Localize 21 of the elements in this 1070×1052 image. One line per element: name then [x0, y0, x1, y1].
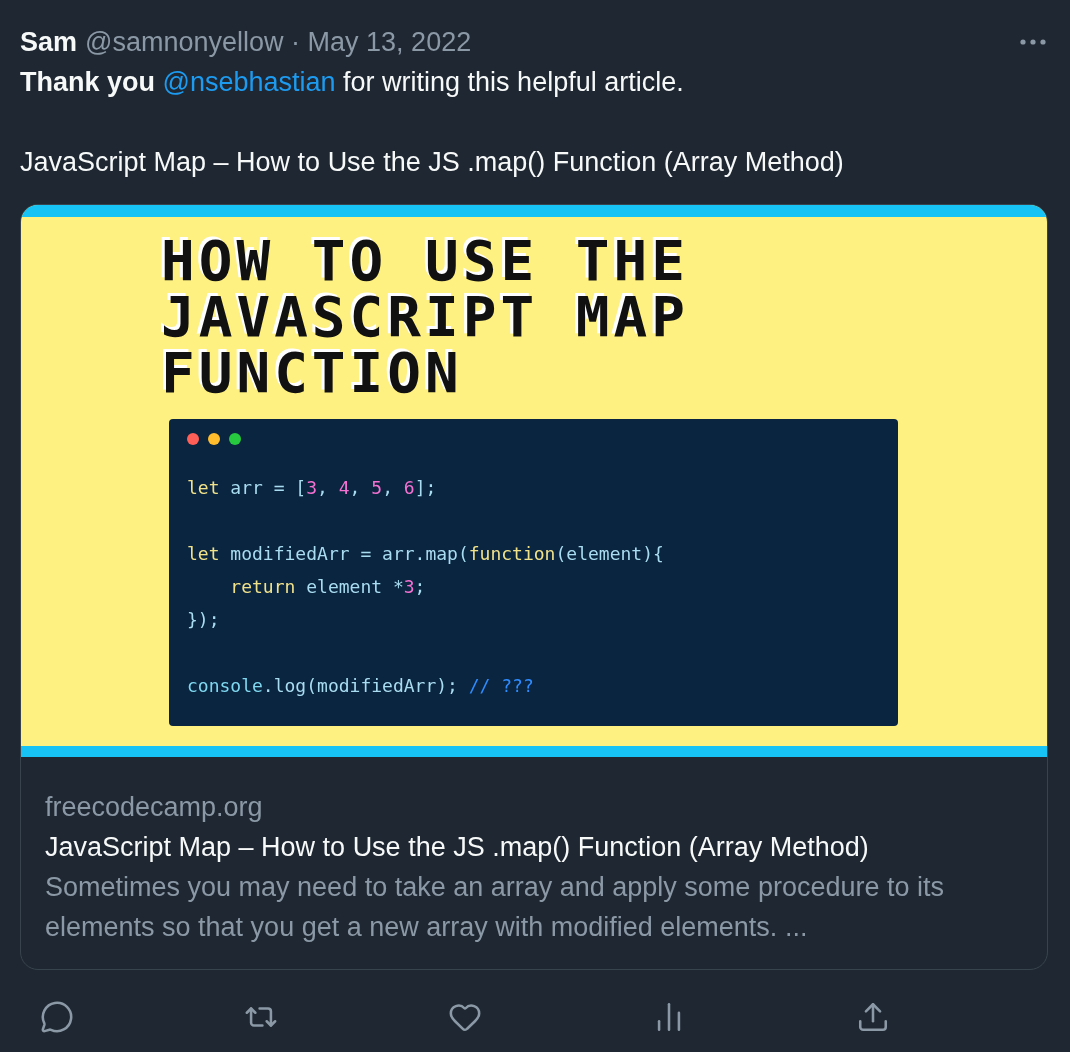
- more-button[interactable]: [1020, 39, 1046, 45]
- card-description: Sometimes you may need to take an array and apply some procedure to its elements so that you get a new array with modified elements. ...: [45, 871, 945, 944]
- code-line: let arr = [3, 4, 5, 6];: [187, 476, 438, 500]
- reply-button[interactable]: [40, 1000, 74, 1034]
- card-title: JavaScript Map – How to Use the JS .map() Function (Array Method): [45, 831, 870, 864]
- code-line: return element *3;: [229, 575, 427, 599]
- tweet-text: Thank you @nsebhastian for writing this helpful article.: [20, 66, 685, 99]
- code-line: console.log(modifiedArr); // ???: [187, 674, 535, 698]
- code-line: });: [187, 608, 221, 632]
- mention-link[interactable]: @nsebhastian: [162, 67, 336, 97]
- headline-text: FUNCTION: [161, 345, 464, 401]
- code-line: let modifiedArr = arr.map(function(element){: [187, 542, 665, 566]
- tweet-text: JavaScript Map – How to Use the JS .map() Function (Array Method): [20, 146, 845, 179]
- share-button[interactable]: [856, 1000, 890, 1034]
- author-name[interactable]: Sam: [20, 26, 78, 58]
- author-meta: @samnonyellow · May 13, 2022: [85, 26, 472, 58]
- headline-text: HOW TO USE THE: [161, 233, 690, 289]
- link-card[interactable]: [20, 204, 1048, 970]
- headline-text: JAVASCRIPT MAP: [161, 289, 690, 345]
- card-domain: freecodecamp.org: [45, 791, 264, 824]
- more-icon: [1020, 39, 1046, 45]
